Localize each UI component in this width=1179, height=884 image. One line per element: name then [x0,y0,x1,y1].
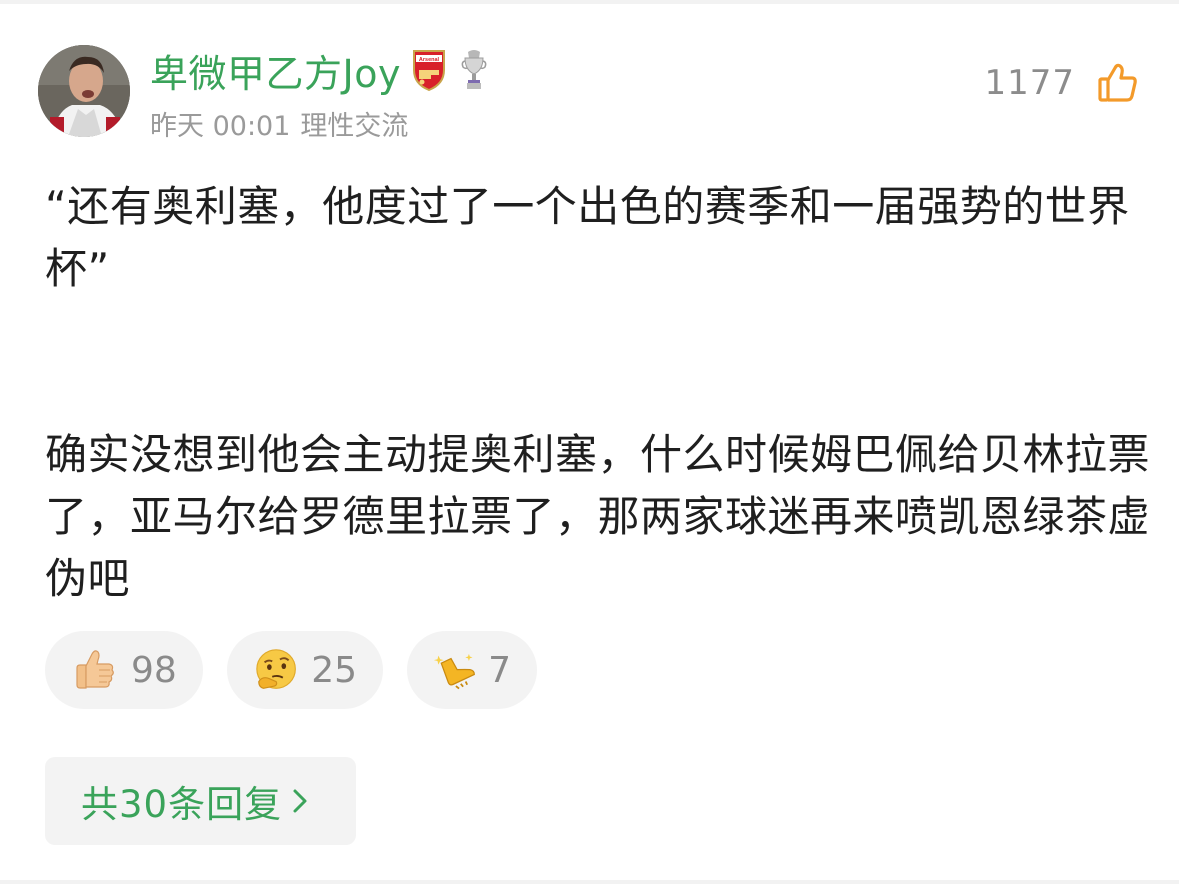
reaction-count: 7 [488,649,511,691]
chevron-right-icon [293,789,307,813]
view-replies-button[interactable]: 共30条回复 [45,757,356,845]
reaction-thumbs-up[interactable]: 98 [45,631,203,709]
top-divider [0,0,1179,4]
comment-tag: 理性交流 [300,111,409,142]
comment-paragraph-2: 确实没想到他会主动提奥利塞，什么时候姆巴佩给贝林拉票了，亚马尔给罗德里拉票了，那… [45,430,1151,603]
comment-date: 昨天 00:01 [150,111,291,142]
premier-league-trophy-icon [461,50,487,89]
golden-boot-emoji-icon [433,653,475,690]
reaction-count: 25 [311,649,357,691]
view-replies-label: 共30条回复 [81,783,283,826]
avatar-image [38,45,130,137]
thumbs-up-icon [1098,63,1137,102]
username[interactable]: 卑微甲乙方Joy [150,43,401,98]
comment-body: “还有奥利塞，他度过了一个出色的赛季和一届强势的世界杯” 确实没想到他会主动提奥… [45,176,1155,610]
arsenal-badge-text: Arsenal [419,57,440,63]
reaction-count: 98 [131,649,177,691]
thumbs-up-emoji-icon [76,650,114,689]
reaction-thinking[interactable]: 25 [227,631,383,709]
like-button[interactable]: 1177 [984,58,1139,108]
reaction-golden-boot[interactable]: 7 [407,631,537,709]
bottom-divider [0,880,1179,884]
username-row: 卑微甲乙方Joy Arsenal [150,42,487,98]
comment-meta: 昨天 00:01 理性交流 [150,104,408,143]
avatar[interactable] [38,45,130,137]
reaction-bar: 98 25 7 [45,631,537,709]
like-count: 1177 [984,63,1075,103]
comment-paragraph-1: “还有奥利塞，他度过了一个出色的赛季和一届强势的世界杯” [45,182,1130,293]
thinking-face-emoji-icon [256,649,296,689]
arsenal-badge-icon: Arsenal [412,50,445,92]
